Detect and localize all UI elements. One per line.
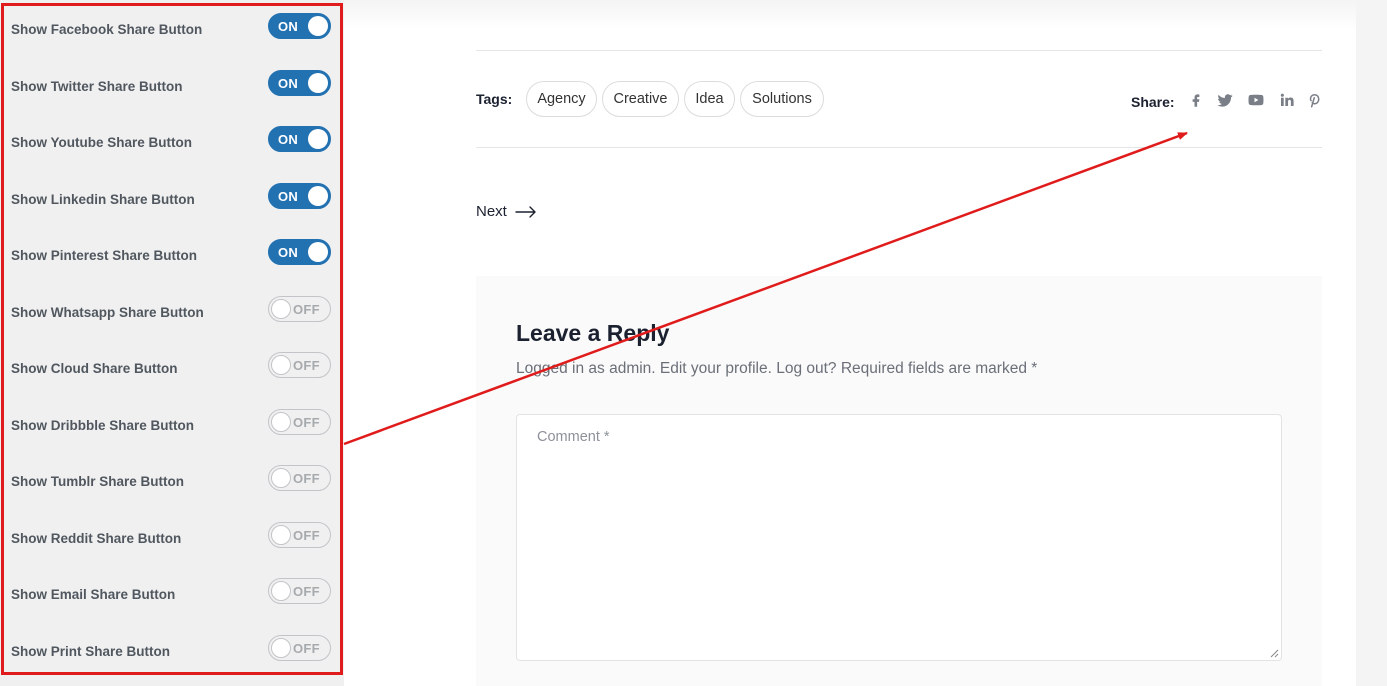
toggle-knob [271, 355, 291, 375]
setting-row-youtube: Show Youtube Share Button ON [0, 123, 344, 163]
toggle-state: OFF [293, 584, 320, 599]
resize-grip-icon[interactable] [1269, 648, 1279, 658]
page-margin [1356, 0, 1387, 686]
setting-label: Show Dribbble Share Button [11, 418, 195, 433]
toggle-knob [271, 525, 291, 545]
cloud-share-toggle[interactable]: OFF [268, 352, 331, 378]
divider-bottom [476, 147, 1322, 148]
pinterest-share-toggle[interactable]: ON [268, 239, 331, 265]
tag-creative[interactable]: Creative [602, 81, 679, 117]
next-post-link[interactable]: Next [476, 203, 537, 220]
setting-row-facebook: Show Facebook Share Button ON [0, 10, 344, 50]
arrow-right-icon [515, 205, 536, 218]
toggle-state: OFF [293, 358, 320, 373]
facebook-share-toggle[interactable]: ON [268, 13, 331, 39]
setting-label: Show Twitter Share Button [11, 79, 183, 94]
toggle-knob [308, 242, 328, 262]
setting-label: Show Email Share Button [11, 587, 176, 602]
whatsapp-share-toggle[interactable]: OFF [268, 296, 331, 322]
toggle-knob [308, 73, 328, 93]
print-share-toggle[interactable]: OFF [268, 635, 331, 661]
email-share-toggle[interactable]: OFF [268, 578, 331, 604]
toggle-knob [271, 638, 291, 658]
setting-label: Show Whatsapp Share Button [11, 305, 204, 320]
setting-row-print: Show Print Share Button OFF [0, 632, 344, 672]
setting-label: Show Linkedin Share Button [11, 192, 195, 207]
reply-title: Leave a Reply [516, 320, 670, 346]
tag-idea[interactable]: Idea [684, 81, 735, 117]
toggle-state: ON [278, 132, 299, 147]
toggle-knob [308, 129, 328, 149]
toggle-state: OFF [293, 415, 320, 430]
toggle-state: ON [278, 245, 299, 260]
setting-label: Show Youtube Share Button [11, 135, 192, 150]
tag-solutions[interactable]: Solutions [740, 81, 824, 117]
toggle-state: OFF [293, 641, 320, 656]
share-label: Share: [1131, 94, 1175, 110]
toggle-state: OFF [293, 528, 320, 543]
tag-agency[interactable]: Agency [526, 81, 597, 117]
setting-label: Show Pinterest Share Button [11, 248, 198, 263]
setting-row-cloud: Show Cloud Share Button OFF [0, 349, 344, 389]
toggle-knob [271, 299, 291, 319]
dribbble-share-toggle[interactable]: OFF [268, 409, 331, 435]
toggle-knob [308, 186, 328, 206]
tumblr-share-toggle[interactable]: OFF [268, 465, 331, 491]
toggle-knob [271, 412, 291, 432]
toggle-state: ON [278, 189, 299, 204]
tags-label: Tags: [476, 91, 513, 107]
linkedin-share-toggle[interactable]: ON [268, 183, 331, 209]
setting-row-pinterest: Show Pinterest Share Button ON [0, 236, 344, 276]
linkedin-icon[interactable] [1278, 91, 1296, 109]
pinterest-icon[interactable] [1306, 91, 1324, 109]
setting-row-dribbble: Show Dribbble Share Button OFF [0, 406, 344, 446]
toggle-state: ON [278, 76, 299, 91]
toggle-knob [308, 16, 328, 36]
setting-row-reddit: Show Reddit Share Button OFF [0, 519, 344, 559]
facebook-icon[interactable] [1187, 91, 1205, 109]
setting-label: Show Print Share Button [11, 644, 171, 659]
top-shadow [344, 0, 1356, 30]
twitter-icon[interactable] [1216, 91, 1234, 109]
comment-textarea[interactable]: Comment * [516, 414, 1282, 661]
setting-row-tumblr: Show Tumblr Share Button OFF [0, 462, 344, 502]
youtube-icon[interactable] [1247, 91, 1265, 109]
setting-row-twitter: Show Twitter Share Button ON [0, 67, 344, 107]
share-settings-panel: Show Facebook Share Button ON Show Twitt… [0, 0, 344, 686]
setting-row-linkedin: Show Linkedin Share Button ON [0, 180, 344, 220]
setting-label: Show Facebook Share Button [11, 22, 203, 37]
setting-row-whatsapp: Show Whatsapp Share Button OFF [0, 293, 344, 333]
reply-meta: Logged in as admin. Edit your profile. L… [516, 360, 1038, 377]
youtube-share-toggle[interactable]: ON [268, 126, 331, 152]
setting-row-email: Show Email Share Button OFF [0, 575, 344, 615]
divider-top [476, 50, 1322, 51]
setting-label: Show Cloud Share Button [11, 361, 178, 376]
comment-placeholder: Comment * [537, 429, 610, 445]
toggle-state: OFF [293, 302, 320, 317]
toggle-state: ON [278, 19, 299, 34]
toggle-state: OFF [293, 471, 320, 486]
next-label: Next [476, 203, 507, 220]
toggle-knob [271, 581, 291, 601]
setting-label: Show Tumblr Share Button [11, 474, 184, 489]
toggle-knob [271, 468, 291, 488]
reddit-share-toggle[interactable]: OFF [268, 522, 331, 548]
twitter-share-toggle[interactable]: ON [268, 70, 331, 96]
setting-label: Show Reddit Share Button [11, 531, 182, 546]
